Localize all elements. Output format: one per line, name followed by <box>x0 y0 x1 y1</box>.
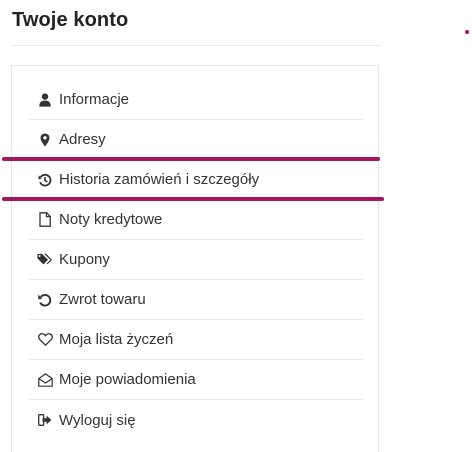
account-menu: Informacje Adresy Historia zamówień i sz… <box>28 80 364 440</box>
menu-item-wyloguj[interactable]: Wyloguj się <box>28 400 364 440</box>
undo-icon <box>37 292 53 308</box>
heart-icon <box>37 332 53 348</box>
menu-item-label: Historia zamówień i szczegóły <box>59 171 260 188</box>
menu-item-label: Noty kredytowe <box>59 211 163 228</box>
map-marker-icon <box>37 132 53 148</box>
file-icon <box>37 212 53 228</box>
menu-item-noty-kredytowe[interactable]: Noty kredytowe <box>28 200 364 240</box>
accent-dot <box>465 30 469 34</box>
tags-icon <box>37 252 53 268</box>
menu-item-lista-zyczen[interactable]: Moja lista życzeń <box>28 320 364 360</box>
menu-item-informacje[interactable]: Informacje <box>28 80 364 120</box>
menu-item-label: Kupony <box>59 251 110 268</box>
envelope-open-icon <box>37 372 53 388</box>
title-divider <box>12 45 381 46</box>
menu-item-label: Moja lista życzeń <box>59 331 174 348</box>
menu-item-adresy[interactable]: Adresy <box>28 120 364 160</box>
account-page: Twoje konto Informacje Adresy Historia z… <box>0 0 472 452</box>
history-icon <box>37 172 53 188</box>
menu-item-label: Moje powiadomienia <box>59 371 196 388</box>
page-title: Twoje konto <box>12 9 129 31</box>
user-icon <box>37 92 53 108</box>
menu-item-label: Adresy <box>59 131 106 148</box>
highlight-line-top <box>2 157 380 161</box>
menu-item-label: Wyloguj się <box>59 411 136 429</box>
highlight-line-bottom <box>2 197 384 201</box>
menu-item-label: Informacje <box>59 91 130 108</box>
menu-item-label: Zwrot towaru <box>59 291 146 308</box>
menu-item-kupony[interactable]: Kupony <box>28 240 364 280</box>
menu-item-powiadomienia[interactable]: Moje powiadomienia <box>28 360 364 400</box>
sign-out-icon <box>37 412 53 428</box>
menu-item-zwrot-towaru[interactable]: Zwrot towaru <box>28 280 364 320</box>
menu-item-historia-zamowien[interactable]: Historia zamówień i szczegóły <box>28 160 364 200</box>
